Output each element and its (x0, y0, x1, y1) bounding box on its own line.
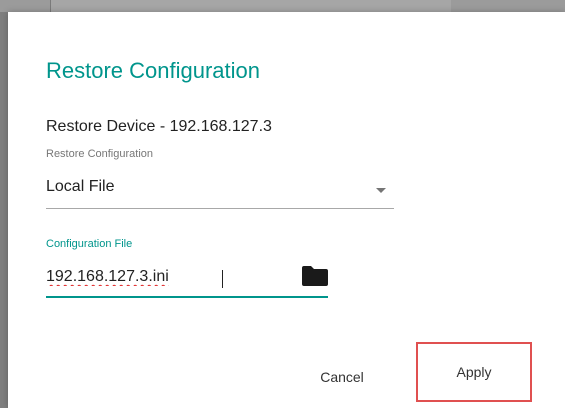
background-tab (50, 0, 451, 12)
restore-select-label: Restore Configuration (46, 148, 154, 160)
cancel-button[interactable]: Cancel (302, 360, 382, 394)
restore-source-select[interactable]: Local File (46, 172, 394, 209)
dialog-title: Restore Configuration (46, 58, 261, 83)
device-line: Restore Device - 192.168.127.3 (46, 118, 272, 135)
config-file-label: Configuration File (46, 238, 133, 250)
folder-icon[interactable] (301, 265, 329, 287)
text-caret (222, 270, 223, 288)
chevron-down-icon (376, 188, 386, 193)
config-file-input[interactable] (46, 258, 328, 298)
restore-source-value: Local File (46, 178, 115, 195)
restore-configuration-dialog: Restore Configuration Restore Device - 1… (8, 12, 565, 408)
apply-button[interactable]: Apply (416, 342, 532, 402)
